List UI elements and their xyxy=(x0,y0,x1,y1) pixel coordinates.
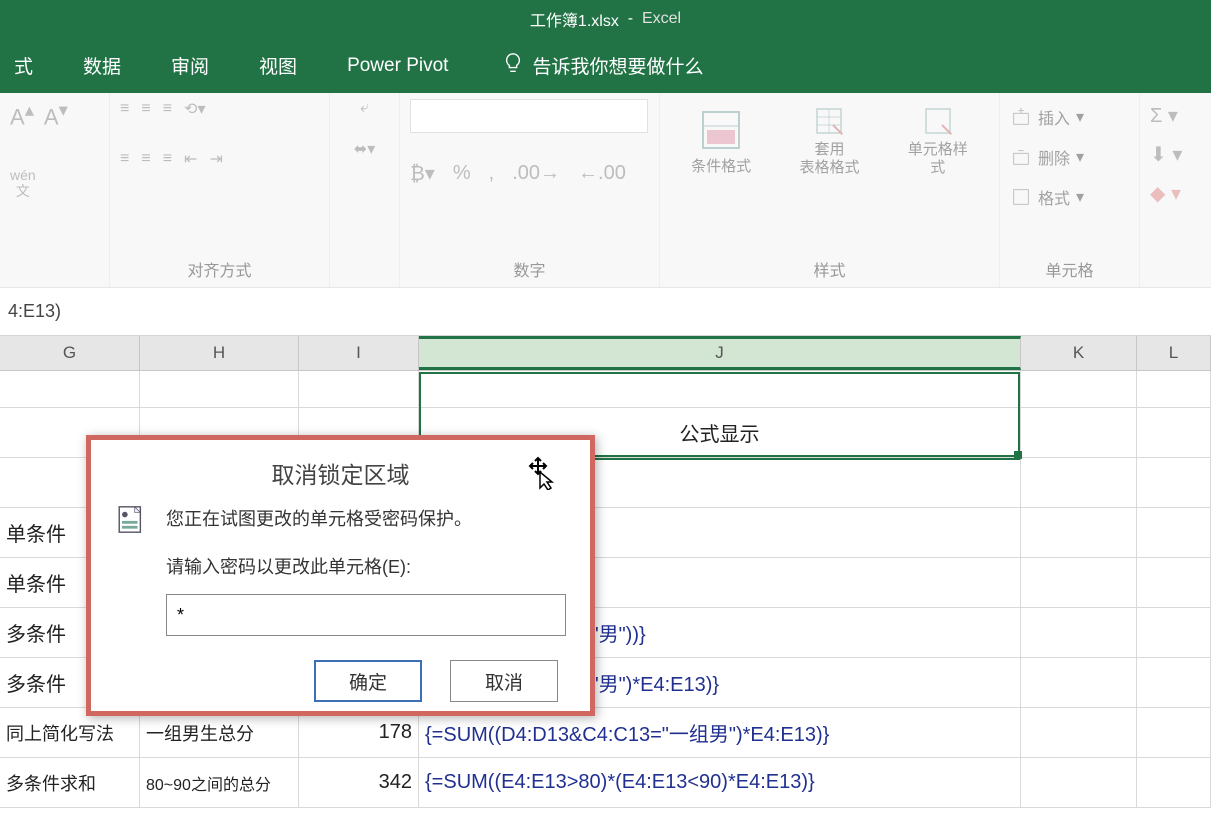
ok-button[interactable]: 确定 xyxy=(314,660,422,702)
fill-icon[interactable]: ⬇ ▾ xyxy=(1150,142,1182,167)
tell-me-search[interactable]: 告诉我你想要做什么 xyxy=(502,52,703,80)
indent-increase-icon[interactable]: ⇥ xyxy=(209,149,222,169)
col-header-h[interactable]: H xyxy=(140,336,299,370)
group-editing: Σ ▾ ⬇ ▾ ◆ ▾ xyxy=(1140,93,1211,287)
dialog-title: 取消锁定区域 xyxy=(91,440,590,492)
ribbon-body: A▴ A▾ wén 文 ≡ ≡ ≡ ⟲▾ ≡ ≡ ≡ ⇤ ⇥ xyxy=(0,93,1211,288)
tab-formula[interactable]: 式 xyxy=(8,44,39,87)
group-cells: 插入▾ 删除▾ 格式▾ 单元格 xyxy=(1000,93,1140,287)
group-number: ₿▾ % , .00→ ←.00 数字 xyxy=(400,93,660,287)
tab-review[interactable]: 审阅 xyxy=(165,44,215,87)
password-dialog: 取消锁定区域 您正在试图更改的单元格受密码保护。 请输入密码以更改此单元格(E)… xyxy=(86,435,595,716)
tab-data[interactable]: 数据 xyxy=(77,44,127,87)
increase-decimal-icon[interactable]: .00→ xyxy=(512,162,560,185)
increase-font-icon[interactable]: A▴ xyxy=(10,99,34,130)
sheet-row[interactable] xyxy=(0,371,1211,408)
decrease-font-icon[interactable]: A▾ xyxy=(44,99,68,130)
format-cells-button[interactable]: 格式▾ xyxy=(1010,181,1084,213)
align-middle-icon[interactable]: ≡ xyxy=(141,100,150,118)
col-header-k[interactable]: K xyxy=(1021,336,1137,370)
dialog-message-2: 请输入密码以更改此单元格(E): xyxy=(166,550,566,584)
ribbon-tabs: 式 数据 审阅 视图 Power Pivot 告诉我你想要做什么 xyxy=(0,38,1211,93)
indent-decrease-icon[interactable]: ⇤ xyxy=(184,149,197,169)
decrease-decimal-icon[interactable]: ←.00 xyxy=(578,162,626,185)
align-top-icon[interactable]: ≡ xyxy=(120,100,129,118)
align-right-icon[interactable]: ≡ xyxy=(163,150,172,168)
app-name: Excel xyxy=(642,10,681,28)
align-center-icon[interactable]: ≡ xyxy=(141,150,150,168)
col-header-j[interactable]: J xyxy=(419,336,1021,370)
number-format-dropdown[interactable] xyxy=(410,99,648,133)
col-header-i[interactable]: I xyxy=(299,336,419,370)
cell-styles-button[interactable]: 单元格样式 xyxy=(902,105,974,177)
column-headers: G H I J K L xyxy=(0,336,1211,371)
comma-format-icon[interactable]: , xyxy=(489,162,495,185)
document-title: 工作簿1.xlsx xyxy=(530,7,619,31)
group-font: A▴ A▾ wén 文 xyxy=(0,93,110,287)
phonetic-guide-icon[interactable]: wén 文 xyxy=(10,168,36,199)
table-format-button[interactable]: 套用 表格格式 xyxy=(793,105,865,177)
percent-format-icon[interactable]: % xyxy=(453,162,471,185)
cancel-button[interactable]: 取消 xyxy=(450,660,558,702)
conditional-format-button[interactable]: 条件格式 xyxy=(685,105,757,177)
lock-document-icon xyxy=(115,504,146,548)
wrap-text-icon[interactable]: ⤶ xyxy=(360,99,369,117)
title-bar: 工作簿1.xlsx - Excel xyxy=(0,0,1211,38)
sheet-row[interactable]: 多条件求和80~90之间的总分342 {=SUM((E4:E13>80)*(E4… xyxy=(0,758,1211,808)
dialog-message-1: 您正在试图更改的单元格受密码保护。 xyxy=(166,502,566,536)
formula-bar[interactable]: 4:E13) xyxy=(0,288,1211,336)
password-input[interactable] xyxy=(166,594,566,636)
autosum-icon[interactable]: Σ ▾ xyxy=(1150,103,1178,128)
delete-cells-button[interactable]: 删除▾ xyxy=(1010,141,1084,173)
align-bottom-icon[interactable]: ≡ xyxy=(163,100,172,118)
col-header-g[interactable]: G xyxy=(0,336,140,370)
group-merge: ⤶ ⬌▾ xyxy=(330,93,400,287)
tab-view[interactable]: 视图 xyxy=(253,44,303,87)
merge-cells-icon[interactable]: ⬌▾ xyxy=(354,139,375,159)
clear-icon[interactable]: ◆ ▾ xyxy=(1150,181,1181,206)
lightbulb-icon xyxy=(502,52,524,80)
group-styles: 条件格式 套用 表格格式 单元格样式 样式 xyxy=(660,93,1000,287)
tab-power-pivot[interactable]: Power Pivot xyxy=(341,47,454,85)
accounting-format-icon[interactable]: ₿▾ xyxy=(410,161,435,186)
group-alignment: ≡ ≡ ≡ ⟲▾ ≡ ≡ ≡ ⇤ ⇥ 对齐方式 xyxy=(110,93,330,287)
orientation-icon[interactable]: ⟲▾ xyxy=(184,99,205,119)
insert-cells-button[interactable]: 插入▾ xyxy=(1010,101,1084,133)
align-left-icon[interactable]: ≡ xyxy=(120,150,129,168)
col-header-l[interactable]: L xyxy=(1137,336,1211,370)
